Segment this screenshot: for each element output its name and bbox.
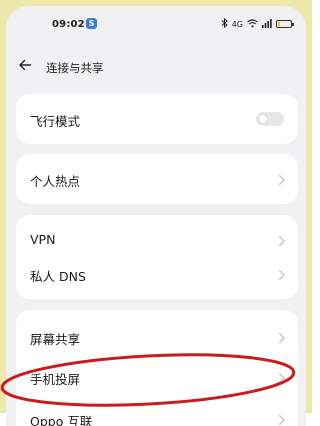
battery-icon bbox=[276, 20, 294, 28]
vpn-row[interactable]: VPN bbox=[16, 221, 298, 259]
airplane-mode-toggle[interactable] bbox=[256, 112, 284, 126]
status-time: 09:02 bbox=[52, 19, 85, 30]
status-icons: 4G bbox=[221, 17, 294, 30]
chevron-right-icon bbox=[278, 330, 286, 344]
toggle-knob bbox=[259, 115, 267, 123]
photo-frame: 09:02 S 4G 连接与共享 飞行模式 个人热点 VPN 私人 DNS 屏幕… bbox=[0, 0, 312, 426]
arrow-left-icon[interactable] bbox=[18, 58, 34, 74]
screen-share-row[interactable]: 屏幕共享 bbox=[16, 318, 298, 356]
wifi-icon bbox=[247, 18, 258, 30]
oppo-connect-row[interactable]: Oppo 互联 bbox=[16, 400, 298, 426]
bluetooth-icon bbox=[221, 17, 228, 30]
oppo-connect-label: Oppo 互联 bbox=[30, 414, 93, 426]
settings-card-vpn-dns: VPN 私人 DNS bbox=[16, 215, 298, 299]
private-dns-row[interactable]: 私人 DNS bbox=[16, 255, 298, 293]
settings-card-airplane: 飞行模式 bbox=[16, 94, 298, 144]
signal-label: 4G bbox=[231, 19, 243, 29]
hotspot-row[interactable]: 个人热点 bbox=[16, 160, 298, 198]
airplane-mode-row[interactable]: 飞行模式 bbox=[16, 100, 298, 138]
chevron-right-icon bbox=[278, 370, 286, 384]
page-title: 连接与共享 bbox=[46, 61, 104, 75]
settings-card-hotspot: 个人热点 bbox=[16, 154, 298, 204]
chevron-right-icon bbox=[278, 233, 286, 247]
app-notification-icon: S bbox=[86, 18, 97, 29]
vpn-label: VPN bbox=[30, 232, 56, 247]
screen-cast-row[interactable]: 手机投屏 bbox=[16, 358, 298, 396]
screen-share-label: 屏幕共享 bbox=[30, 332, 81, 347]
phone-screen: 09:02 S 4G 连接与共享 飞行模式 个人热点 VPN 私人 DNS 屏幕… bbox=[6, 6, 306, 426]
airplane-mode-label: 飞行模式 bbox=[30, 114, 81, 129]
screen-cast-label: 手机投屏 bbox=[30, 372, 81, 387]
chevron-right-icon bbox=[278, 267, 286, 281]
chevron-right-icon bbox=[278, 412, 286, 426]
private-dns-label: 私人 DNS bbox=[30, 269, 86, 284]
page-header: 连接与共享 bbox=[6, 52, 306, 82]
hotspot-label: 个人热点 bbox=[30, 174, 81, 189]
status-bar: 09:02 S 4G bbox=[6, 6, 306, 40]
settings-card-screen: 屏幕共享 手机投屏 Oppo 互联 bbox=[16, 310, 298, 426]
chevron-right-icon bbox=[278, 172, 286, 186]
signal-icon bbox=[262, 18, 272, 30]
